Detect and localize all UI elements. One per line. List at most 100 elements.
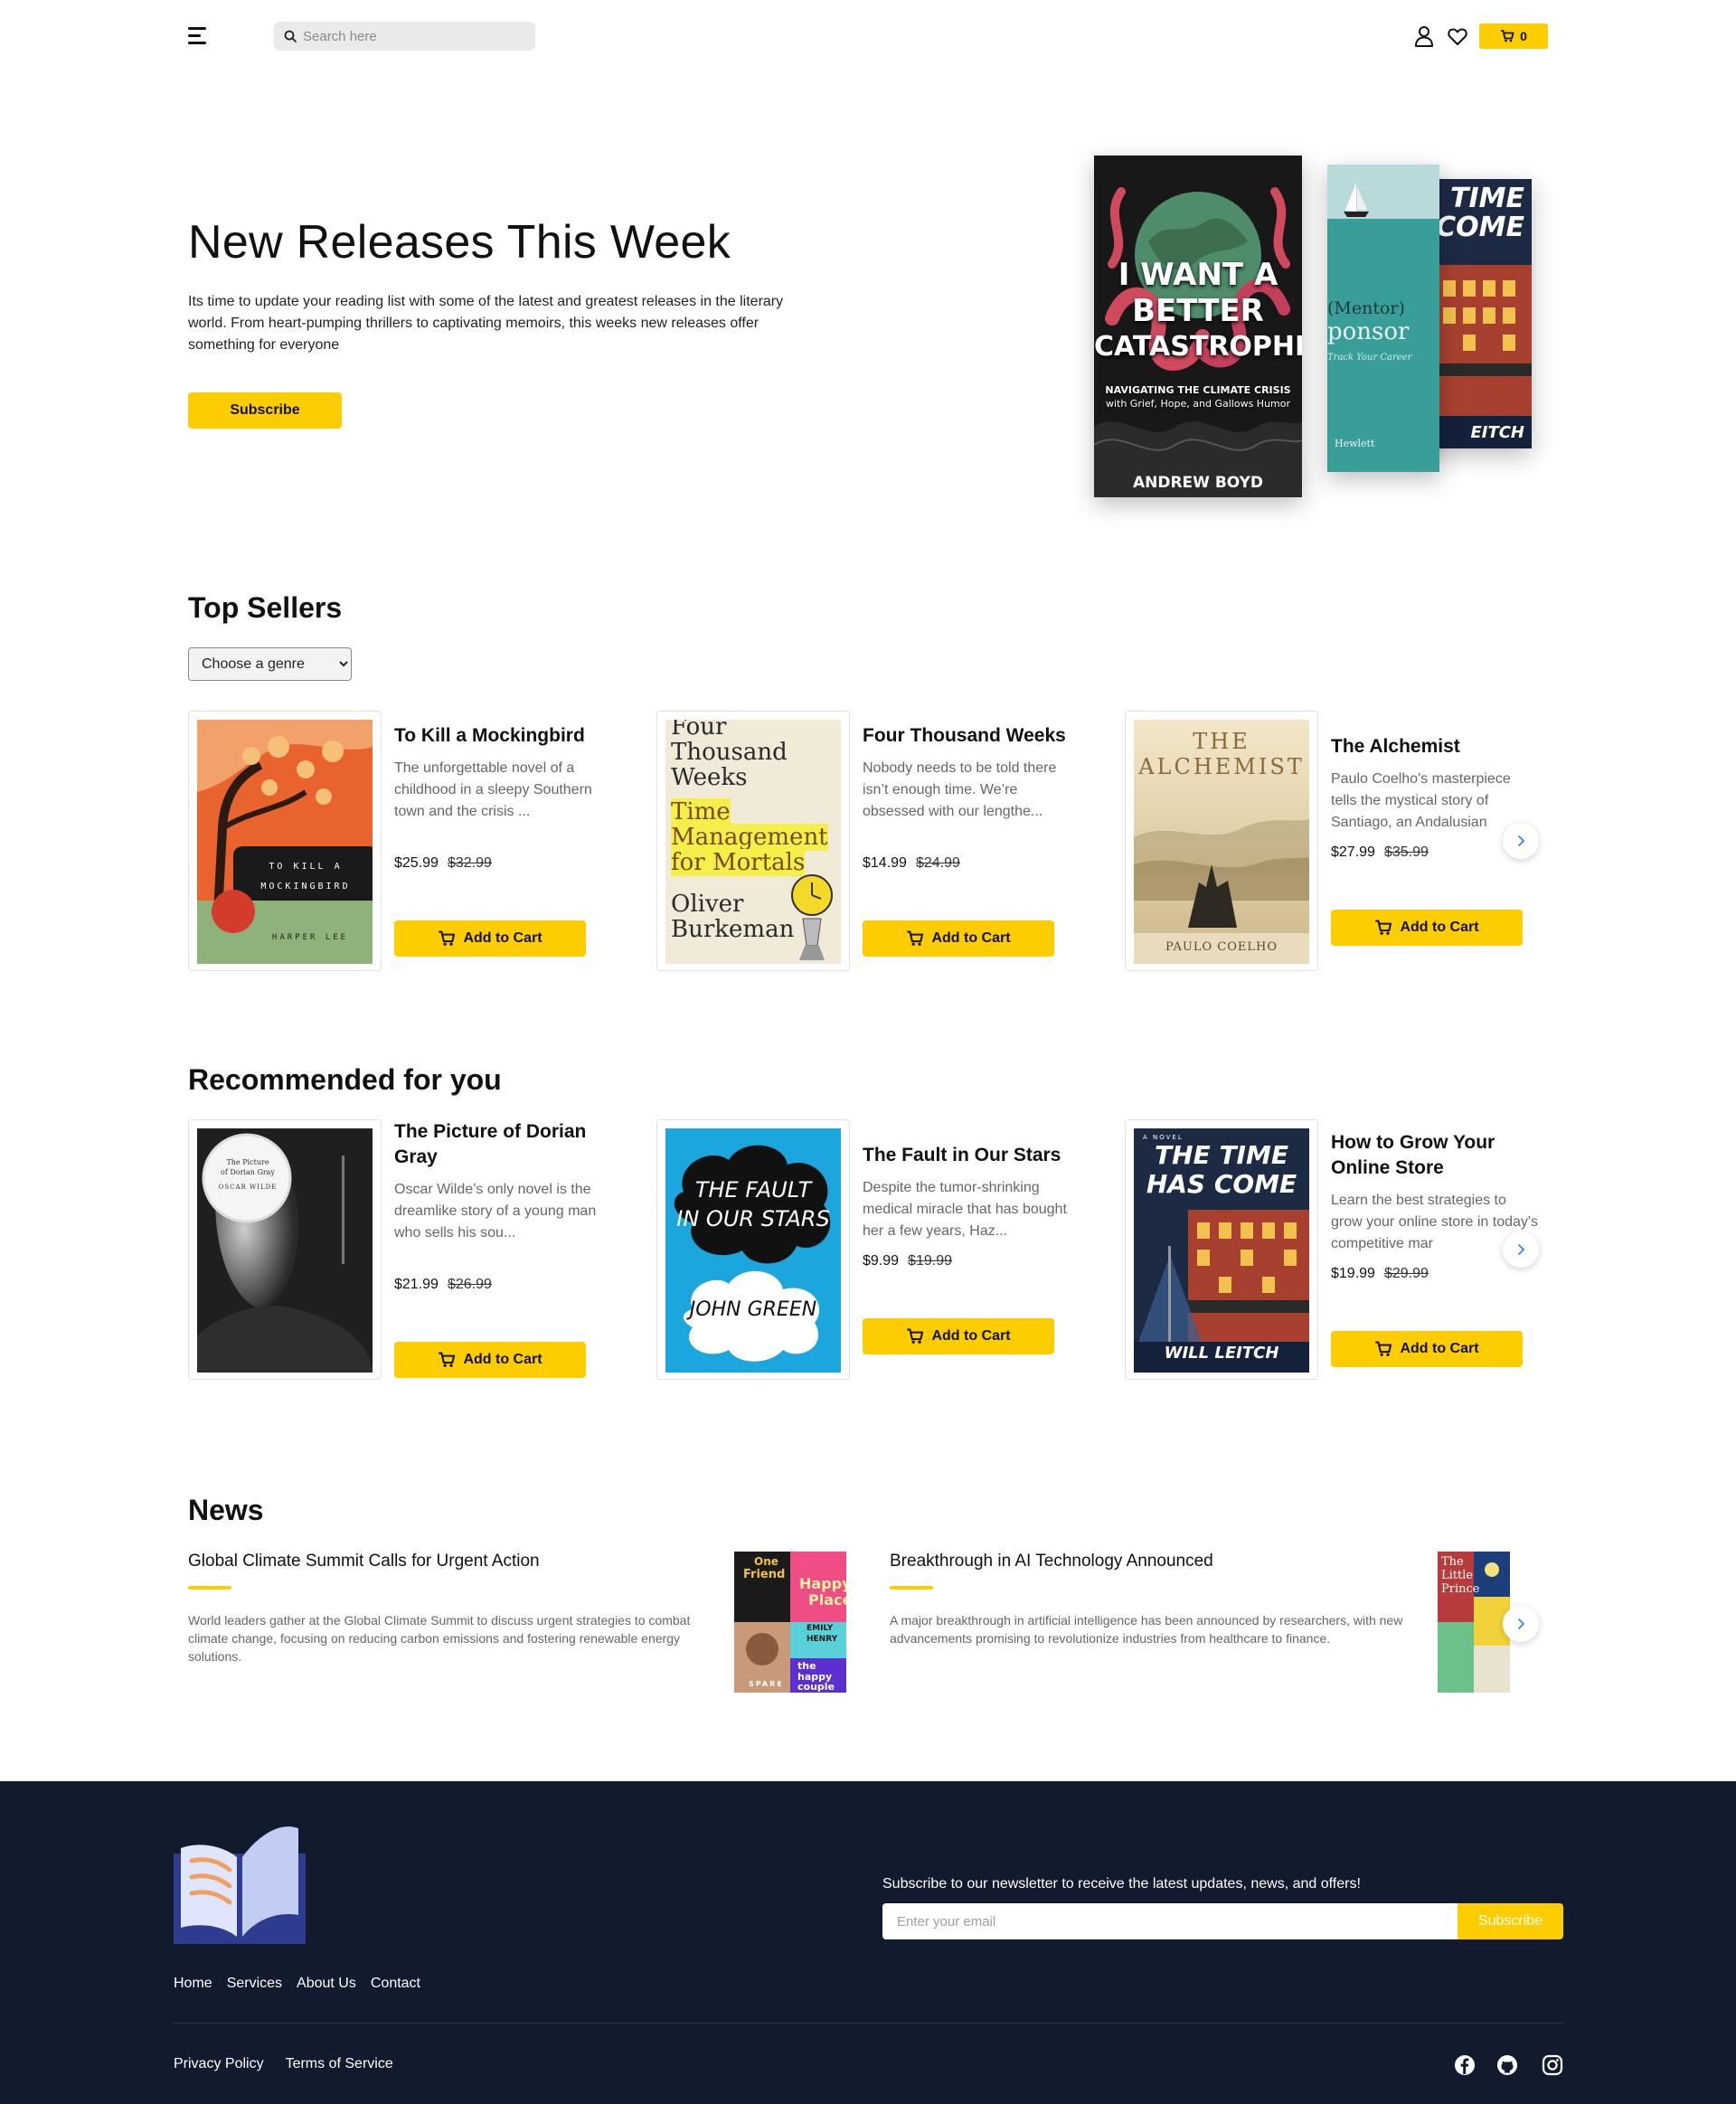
book-old-price: $32.99: [447, 855, 492, 871]
book-cover: THE ALCHEMIST PAULO COELHO: [1134, 720, 1309, 964]
book-cover: TO KILL A MOCKINGBIRD HARPER LEE: [197, 720, 373, 964]
book-info: The Picture of Dorian Gray Oscar Wilde’s…: [394, 1119, 602, 1293]
add-to-cart-button[interactable]: Add to Cart: [863, 920, 1054, 957]
facebook-icon[interactable]: [1454, 2054, 1476, 2076]
news-item-underline: [188, 1586, 231, 1590]
newsletter-email-input[interactable]: [882, 1903, 1458, 1939]
search-icon: [284, 30, 297, 42]
cover-text: A NOVEL THE TIME HAS COME: [1143, 1134, 1297, 1199]
recommended-next-button[interactable]: [1503, 1231, 1539, 1268]
cover-text: THE ALCHEMIST: [1138, 729, 1305, 779]
cover-author: HARPER LEE: [271, 933, 349, 942]
book-description: Paulo Coelho's masterpiece tells the mys…: [1331, 771, 1511, 830]
footer-legal: Privacy Policy Terms of Service: [174, 2056, 393, 2072]
add-to-cart-button[interactable]: Add to Cart: [1331, 910, 1523, 946]
book-title[interactable]: How to Grow Your Online Store: [1331, 1130, 1539, 1181]
book-old-price: $26.99: [447, 1277, 492, 1292]
book-logo-icon[interactable]: [174, 1821, 306, 1944]
book-title[interactable]: The Alchemist: [1331, 734, 1539, 760]
book-price: $9.99 $19.99: [863, 1253, 952, 1269]
news-item-image: One Friend Happy Place EMILY HENRY SPARE…: [734, 1552, 846, 1693]
instagram-icon[interactable]: [1542, 2054, 1563, 2076]
book-old-price: $35.99: [1383, 844, 1429, 860]
user-icon[interactable]: [1414, 25, 1434, 47]
add-to-cart-button[interactable]: Add to Cart: [394, 920, 586, 957]
top-sellers-title: Top Sellers: [188, 591, 343, 624]
cart-icon: [1501, 30, 1514, 42]
book-title[interactable]: To Kill a Mockingbird: [394, 723, 602, 749]
news-image-text: The Little Prince: [1441, 1555, 1480, 1596]
book-card: TO KILL A MOCKINGBIRD HARPER LEE To Kill …: [188, 711, 640, 973]
book-old-price: $29.99: [1383, 1266, 1429, 1281]
cover-text: TO KILL A MOCKINGBIRD: [260, 862, 351, 892]
cart-button[interactable]: 0: [1479, 24, 1548, 49]
hero-subscribe-button[interactable]: Subscribe: [188, 392, 342, 429]
book-cover-frame[interactable]: A NOVEL THE TIME HAS COME WILL LEITCH: [1125, 1119, 1318, 1380]
footer-link-services[interactable]: Services: [227, 1976, 282, 1992]
add-to-cart-button[interactable]: Add to Cart: [863, 1318, 1054, 1354]
footer-link-contact[interactable]: Contact: [371, 1976, 420, 1992]
cover-author: WILL LEITCH: [1164, 1344, 1279, 1363]
book-description: Nobody needs to be told there isn’t enou…: [863, 760, 1057, 819]
cover-author: PAULO COELHO: [1165, 940, 1278, 954]
chevron-right-icon: [1518, 835, 1525, 846]
book-info: To Kill a Mockingbird The unforgettable …: [394, 723, 602, 872]
news-item-image: The Little Prince: [1438, 1552, 1510, 1693]
add-to-cart-button[interactable]: Add to Cart: [1331, 1331, 1523, 1367]
cart-icon: [1375, 920, 1392, 935]
cart-count: 0: [1520, 29, 1527, 43]
footer-nav: Home Services About Us Contact: [174, 1976, 420, 1992]
news-item[interactable]: Breakthrough in AI Technology Announced …: [890, 1552, 1577, 1696]
site-header: 0: [0, 0, 1736, 72]
add-to-cart-button[interactable]: Add to Cart: [394, 1342, 586, 1378]
book-cover-frame[interactable]: THE FAULT IN OUR STARS JOHN GREEN: [656, 1119, 850, 1380]
github-icon[interactable]: [1496, 2054, 1518, 2076]
book-card: THE FAULT IN OUR STARS JOHN GREEN The Fau…: [656, 1119, 1109, 1382]
genre-select[interactable]: Choose a genre: [188, 647, 352, 681]
hero-book-1: I WANT A BETTER CATASTROPHE NAVIGATING THE…: [1094, 156, 1302, 497]
news-image-text: One Friend Happy Place EMILY HENRY SPARE…: [743, 1555, 846, 1693]
newsletter-subscribe-button[interactable]: Subscribe: [1458, 1903, 1563, 1939]
book-cover-frame[interactable]: Four Thousand Weeks Time Management for …: [656, 711, 850, 971]
book-title[interactable]: The Fault in Our Stars: [863, 1143, 1071, 1168]
book-cover: Four Thousand Weeks Time Management for …: [665, 720, 841, 964]
site-footer: Home Services About Us Contact Subscribe…: [0, 1781, 1736, 2104]
news-item[interactable]: Global Climate Summit Calls for Urgent A…: [188, 1552, 875, 1696]
book-title[interactable]: The Picture of Dorian Gray: [394, 1119, 602, 1170]
menu-icon[interactable]: [188, 27, 210, 45]
book-old-price: $19.99: [908, 1253, 952, 1269]
heart-icon[interactable]: [1447, 25, 1468, 47]
search-input[interactable]: [303, 22, 529, 51]
book-price: $21.99 $26.99: [394, 1277, 492, 1292]
hero-title: New Releases This Week: [188, 216, 731, 269]
book-description: Despite the tumor-shrinking medical mira…: [863, 1180, 1067, 1239]
cart-icon: [439, 1352, 456, 1367]
footer-link-home[interactable]: Home: [174, 1976, 212, 1992]
book-price: $25.99 $32.99: [394, 855, 492, 871]
cart-icon: [1375, 1341, 1392, 1356]
privacy-policy-link[interactable]: Privacy Policy: [174, 2056, 264, 2072]
footer-link-about[interactable]: About Us: [297, 1976, 356, 1992]
terms-of-service-link[interactable]: Terms of Service: [286, 2056, 393, 2072]
news-next-button[interactable]: [1503, 1606, 1539, 1642]
book-cover-frame[interactable]: The Picture of Dorian Gray OSCAR WILDE: [188, 1119, 382, 1380]
hero-book-stack: TIME COME EITCH (Mentor) ponsor Track You…: [1085, 152, 1555, 514]
book-description: Oscar Wilde’s only novel is the dreamlik…: [394, 1182, 597, 1241]
hero-book-2-author: Hewlett: [1335, 438, 1375, 449]
top-sellers-next-button[interactable]: [1503, 823, 1539, 859]
book-description: The unforgettable novel of a childhood i…: [394, 760, 592, 819]
book-cover-frame[interactable]: THE ALCHEMIST PAULO COELHO: [1125, 711, 1318, 971]
cover-author: JOHN GREEN: [689, 1298, 817, 1321]
recommended-title: Recommended for you: [188, 1063, 502, 1096]
book-cover: The Picture of Dorian Gray OSCAR WILDE: [197, 1128, 373, 1373]
book-cover-frame[interactable]: TO KILL A MOCKINGBIRD HARPER LEE: [188, 711, 382, 971]
book-price: $14.99 $24.99: [863, 855, 960, 871]
book-info: Four Thousand Weeks Nobody needs to be t…: [863, 723, 1071, 872]
hero-book-2-title: (Mentor) ponsor Track Your Career: [1327, 298, 1412, 363]
hero-book-1-subtitle: NAVIGATING THE CLIMATE CRISIS with Grief,…: [1105, 384, 1291, 410]
book-title[interactable]: Four Thousand Weeks: [863, 723, 1071, 749]
book-cover: A NOVEL THE TIME HAS COME WILL LEITCH: [1134, 1128, 1309, 1373]
cover-text: THE FAULT IN OUR STARS: [676, 1177, 830, 1231]
cart-icon: [907, 930, 924, 946]
news-title: News: [188, 1494, 264, 1526]
